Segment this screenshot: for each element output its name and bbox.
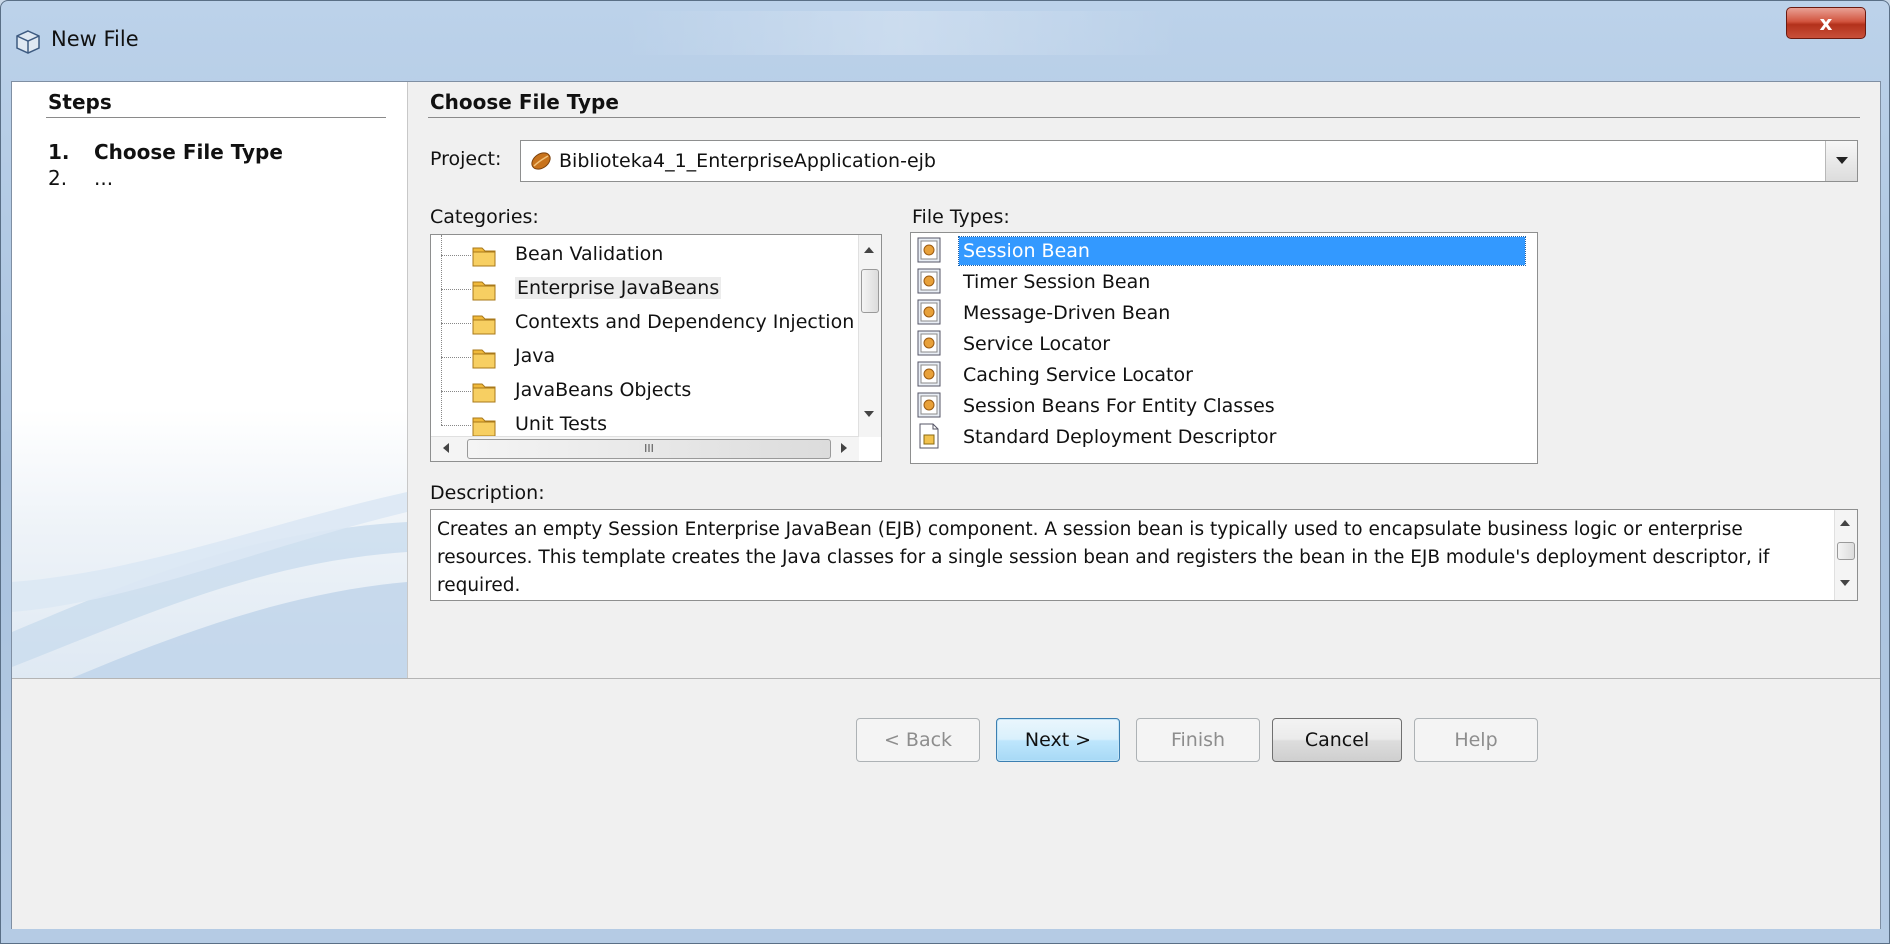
- tree-connector: [441, 391, 471, 392]
- scroll-thumb[interactable]: [861, 269, 879, 313]
- step-2: 2....: [48, 166, 113, 190]
- scroll-left-arrow-icon[interactable]: [443, 443, 449, 453]
- close-button[interactable]: x: [1786, 7, 1866, 39]
- background-window-ghost: [621, 11, 1181, 55]
- folder-icon: [472, 349, 496, 369]
- description-box[interactable]: Creates an empty Session Enterprise Java…: [430, 509, 1858, 601]
- scroll-down-arrow-icon[interactable]: [1840, 580, 1850, 586]
- step-label: ...: [94, 166, 114, 190]
- scroll-up-arrow-icon[interactable]: [864, 247, 874, 253]
- categories-vertical-scrollbar[interactable]: [858, 235, 881, 437]
- categories-tree[interactable]: Bean Validation Enterprise JavaBeans Con…: [430, 234, 882, 462]
- title-bar[interactable]: New File x: [1, 1, 1889, 81]
- tree-item-label: Enterprise JavaBeans: [515, 277, 722, 299]
- file-type-label: Timer Session Bean: [963, 271, 1151, 293]
- tree-connector: [441, 425, 471, 426]
- ejb-icon: [917, 392, 941, 418]
- ejb-icon: [917, 299, 941, 325]
- description-vertical-scrollbar[interactable]: [1834, 510, 1857, 600]
- file-type-session-bean[interactable]: Session Bean: [915, 235, 1535, 266]
- folder-icon: [472, 315, 496, 335]
- file-type-label: Session Bean: [958, 236, 1526, 266]
- file-type-standard-deployment-descriptor[interactable]: Standard Deployment Descriptor: [915, 421, 1535, 451]
- dialog-window: New File x Steps 1. Choose File Type 2...…: [0, 0, 1890, 944]
- file-type-timer-session-bean[interactable]: Timer Session Bean: [915, 266, 1535, 296]
- file-type-caching-service-locator[interactable]: Caching Service Locator: [915, 359, 1535, 389]
- scroll-right-arrow-icon[interactable]: [841, 443, 847, 453]
- window-title: New File: [51, 27, 139, 51]
- header-divider: [428, 117, 1860, 118]
- tree-connector: [441, 289, 471, 290]
- next-button[interactable]: Next >: [996, 718, 1120, 762]
- steps-panel: Steps 1. Choose File Type 2....: [12, 82, 408, 678]
- project-combobox[interactable]: Biblioteka4_1_EnterpriseApplication-ejb: [520, 140, 1858, 182]
- project-label: Project:: [430, 148, 502, 170]
- page-title: Choose File Type: [430, 90, 619, 114]
- ejb-icon: [917, 237, 941, 263]
- button-bar: [12, 678, 1880, 929]
- tree-connector: [441, 357, 471, 358]
- tree-item-label: Unit Tests: [515, 413, 608, 435]
- file-type-session-beans-for-entity-classes[interactable]: Session Beans For Entity Classes: [915, 390, 1535, 420]
- steps-divider: [46, 117, 386, 118]
- file-type-label: Message-Driven Bean: [963, 302, 1171, 324]
- file-type-label: Session Beans For Entity Classes: [963, 395, 1275, 417]
- ejb-icon: [917, 361, 941, 387]
- tree-connector: [441, 323, 471, 324]
- folder-icon: [472, 383, 496, 403]
- folder-icon: [472, 281, 496, 301]
- tree-item-label: Java: [515, 345, 556, 367]
- decorative-swoosh: [12, 492, 407, 678]
- tree-item-label: Bean Validation: [515, 243, 664, 265]
- tree-item-label: JavaBeans Objects: [515, 379, 692, 401]
- tree-connector: [441, 255, 471, 256]
- ejb-icon: [917, 268, 941, 294]
- scroll-thumb[interactable]: III: [467, 439, 831, 459]
- categories-label: Categories:: [430, 206, 539, 228]
- file-types-list[interactable]: Session Bean Timer Session Bean Message-…: [910, 232, 1538, 464]
- back-button[interactable]: < Back: [856, 718, 980, 762]
- steps-header: Steps: [48, 90, 112, 114]
- content-panel: Choose File Type Project: Biblioteka4_1_…: [408, 82, 1880, 678]
- dialog-client-area: Steps 1. Choose File Type 2.... Choose Fi…: [11, 81, 1881, 929]
- scroll-thumb[interactable]: [1837, 542, 1855, 560]
- file-type-label: Caching Service Locator: [963, 364, 1193, 386]
- netbeans-cube-icon: [16, 30, 40, 54]
- bean-project-icon: [531, 152, 551, 170]
- step-number: 2.: [48, 166, 68, 190]
- categories-horizontal-scrollbar[interactable]: III: [431, 436, 859, 461]
- scroll-up-arrow-icon[interactable]: [1840, 520, 1850, 526]
- combobox-dropdown-button[interactable]: [1825, 141, 1857, 181]
- chevron-down-icon: [1836, 157, 1848, 164]
- project-value: Biblioteka4_1_EnterpriseApplication-ejb: [559, 150, 936, 172]
- cancel-button[interactable]: Cancel: [1272, 718, 1402, 762]
- folder-icon: [472, 247, 496, 267]
- file-type-label: Service Locator: [963, 333, 1111, 355]
- description-label: Description:: [430, 482, 545, 504]
- tree-guide-line: [441, 235, 442, 425]
- file-type-label: Standard Deployment Descriptor: [963, 426, 1277, 448]
- ejb-icon: [917, 330, 941, 356]
- step-label: Choose File Type: [94, 140, 283, 164]
- file-type-service-locator[interactable]: Service Locator: [915, 328, 1535, 358]
- step-1: 1. Choose File Type: [48, 140, 283, 164]
- step-number: 1.: [48, 140, 70, 164]
- deployment-descriptor-icon: [919, 423, 939, 449]
- scroll-down-arrow-icon[interactable]: [864, 411, 874, 417]
- finish-button[interactable]: Finish: [1136, 718, 1260, 762]
- tree-item-label: Contexts and Dependency Injection: [515, 311, 855, 333]
- help-button[interactable]: Help: [1414, 718, 1538, 762]
- description-text: Creates an empty Session Enterprise Java…: [437, 519, 1770, 596]
- file-type-message-driven-bean[interactable]: Message-Driven Bean: [915, 297, 1535, 327]
- file-types-label: File Types:: [912, 206, 1010, 228]
